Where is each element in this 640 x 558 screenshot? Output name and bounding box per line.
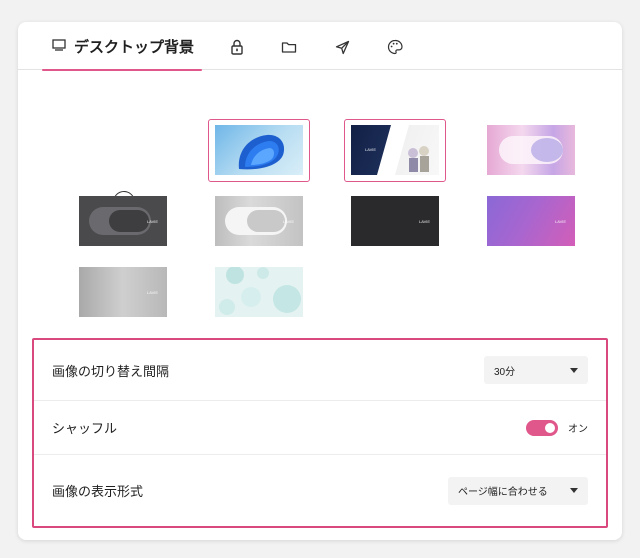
wallpaper-black-texture[interactable]: LAVIE: [351, 196, 439, 246]
wallpaper-logo: LAVIE: [419, 219, 431, 224]
fit-label: 画像の表示形式: [52, 484, 144, 499]
wallpaper-light-gray-capsule[interactable]: LAVIE: [215, 196, 303, 246]
wallpaper-anime-characters[interactable]: LAVIE: [351, 125, 439, 175]
wallpaper-pink-purple-gradient[interactable]: [487, 125, 575, 175]
wallpaper-windows-bloom[interactable]: [215, 125, 303, 175]
desktop-settings-panel: デスクトップ背景 LAVIE LAVIE LAVIE LAVIE LAVIE L…: [18, 22, 622, 540]
fit-value: ページ幅に合わせる: [458, 487, 548, 498]
chevron-down-icon: [570, 488, 578, 493]
wallpaper-logo: LAVIE: [147, 290, 159, 295]
shuffle-row: シャッフル オン: [34, 400, 606, 454]
wallpaper-mint-bubbles[interactable]: [215, 267, 303, 317]
wallpaper-grid: LAVIE LAVIE LAVIE LAVIE LAVIE LAVIE: [18, 70, 622, 340]
interval-label: 画像の切り替え間隔: [52, 363, 170, 379]
chevron-down-icon: [570, 367, 578, 373]
wallpaper-silver-gradient[interactable]: LAVIE: [79, 267, 167, 317]
fit-row: 画像の表示形式 ページ幅に合わせる: [34, 454, 606, 526]
wallpaper-logo: LAVIE: [555, 219, 567, 224]
shuffle-toggle[interactable]: [526, 419, 558, 436]
folder-icon[interactable]: [278, 36, 300, 58]
lock-icon[interactable]: [226, 36, 248, 58]
interval-dropdown[interactable]: 30分: [484, 356, 588, 384]
toggle-knob: [545, 422, 555, 433]
shuffle-label: シャッフル: [52, 421, 118, 436]
tab-desktop-background-label: デスクトップ背景: [74, 38, 195, 56]
shuffle-state: オン: [568, 424, 588, 435]
monitor-icon: [52, 38, 66, 55]
interval-row: 画像の切り替え間隔 30分: [34, 340, 606, 400]
wallpaper-purple-magenta[interactable]: LAVIE: [487, 196, 575, 246]
tab-desktop-background[interactable]: デスクトップ背景: [42, 22, 202, 71]
wallpaper-dark-gray-capsule[interactable]: LAVIE: [79, 196, 167, 246]
interval-value: 30分: [494, 366, 516, 378]
wallpaper-logo: LAVIE: [283, 219, 295, 224]
palette-icon[interactable]: [384, 36, 406, 58]
wallpaper-logo: LAVIE: [365, 147, 377, 152]
tab-bar: デスクトップ背景: [18, 22, 622, 71]
slideshow-settings: 画像の切り替え間隔 30分 シャッフル オン 画像の表示形式 ページ幅に合わせる: [32, 338, 608, 528]
fit-dropdown[interactable]: ページ幅に合わせる: [448, 476, 588, 505]
wallpaper-logo: LAVIE: [147, 219, 159, 224]
send-icon[interactable]: [331, 36, 353, 58]
